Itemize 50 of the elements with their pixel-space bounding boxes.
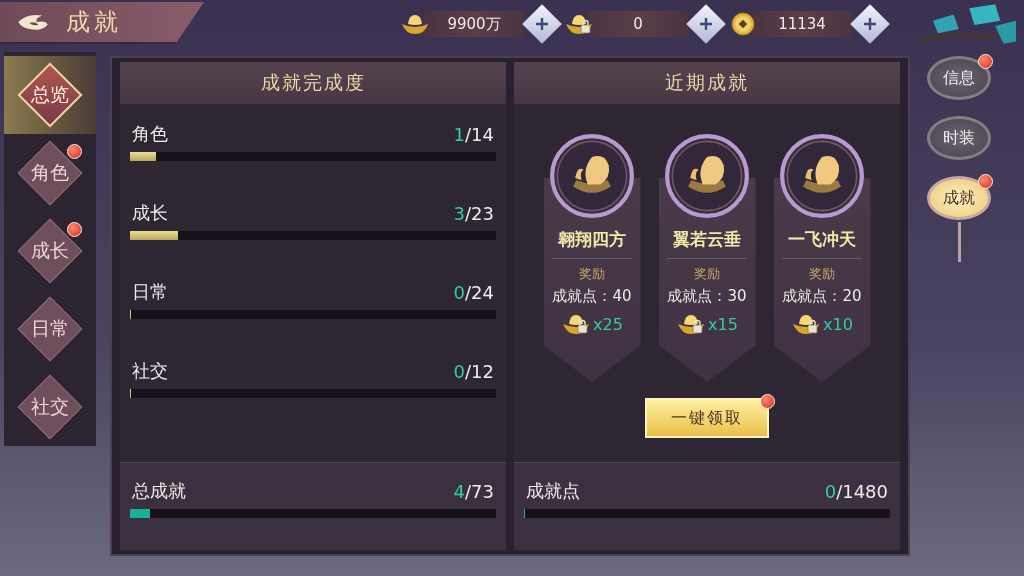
plus-icon: [698, 16, 714, 32]
reward-label: 奖励: [579, 265, 605, 283]
tassel-ornament: [957, 222, 961, 262]
plus-icon: [534, 16, 550, 32]
progress-count: 1/14: [453, 123, 494, 145]
points-label: 成就点: [526, 479, 580, 503]
points-count: 0/1480: [824, 480, 888, 502]
reward-count: x15: [708, 314, 738, 334]
page-title: 成就: [66, 7, 122, 38]
medal-icon: [664, 134, 749, 218]
side-tab[interactable]: 信息: [927, 56, 991, 100]
progress-count: 3/23: [453, 202, 494, 224]
total-label: 总成就: [132, 479, 186, 503]
plus-icon: [862, 16, 878, 32]
reward-count: x25: [593, 314, 623, 334]
progress-count: 4/73: [453, 480, 494, 502]
coin-icon: [728, 12, 758, 36]
category-name: 成长: [132, 201, 168, 225]
ingot-icon: [400, 12, 430, 36]
currency-amount: 0: [588, 11, 688, 37]
category-name: 角色: [132, 122, 168, 146]
side-tab[interactable]: 成就: [927, 176, 991, 220]
points-text: 成就点：20: [782, 287, 862, 306]
category-tab[interactable]: 社交: [18, 375, 82, 439]
progress-count: 0/12: [453, 360, 494, 382]
achievement-name: 一飞冲天: [788, 228, 856, 251]
reward-count: x10: [823, 314, 853, 334]
category-tab[interactable]: 日常: [18, 297, 82, 361]
category-name: 日常: [132, 280, 168, 304]
side-tab[interactable]: 时装: [927, 116, 991, 160]
reward-label: 奖励: [694, 265, 720, 283]
locked-ingot-icon: [791, 312, 822, 336]
claim-all-button[interactable]: 一键领取: [645, 398, 769, 438]
category-name: 社交: [132, 359, 168, 383]
category-tab[interactable]: 成长: [18, 219, 82, 283]
points-text: 成就点：30: [667, 287, 747, 306]
points-text: 成就点：40: [552, 287, 632, 306]
achievement-name: 翼若云垂: [673, 228, 741, 251]
currency-amount: 9900万: [424, 11, 524, 37]
locked-ingot-icon: [676, 312, 707, 336]
category-tab[interactable]: 角色: [18, 141, 82, 205]
progress-count: 0/24: [453, 281, 494, 303]
panel-header: 成就完成度: [120, 62, 506, 104]
currency-amount: 11134: [752, 11, 852, 37]
medal-icon: [549, 134, 634, 218]
reward-label: 奖励: [809, 265, 835, 283]
locked-ingot-icon: [561, 312, 592, 336]
achievement-name: 翱翔四方: [558, 228, 626, 251]
panel-header: 近期成就: [514, 62, 900, 104]
medal-icon: [779, 134, 864, 218]
